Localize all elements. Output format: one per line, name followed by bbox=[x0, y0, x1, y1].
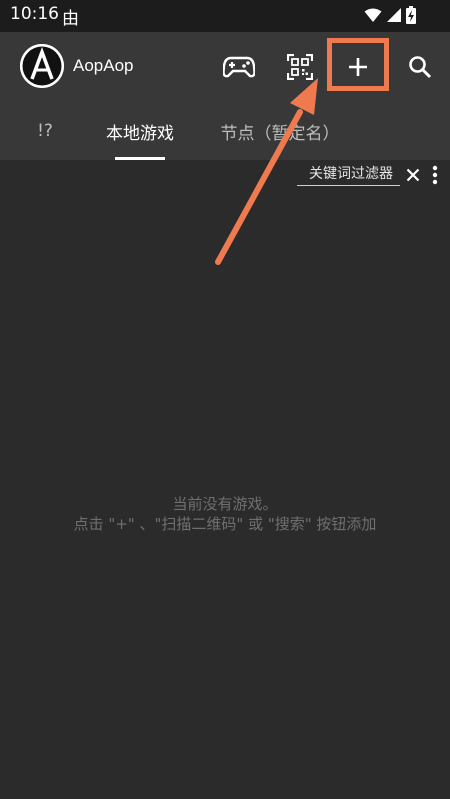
close-icon bbox=[406, 168, 420, 182]
tab-local-games[interactable]: 本地游戏 bbox=[96, 102, 184, 160]
scan-qr-button[interactable] bbox=[280, 47, 320, 87]
search-button[interactable] bbox=[400, 47, 440, 87]
battery-charging-icon bbox=[406, 6, 416, 24]
clear-filter-button[interactable] bbox=[403, 164, 423, 186]
app-title: AopAop bbox=[73, 56, 134, 75]
signal-icon bbox=[387, 8, 401, 22]
tab-nodes[interactable]: 节点（暂定名） bbox=[215, 102, 345, 160]
empty-state-title: 当前没有游戏。 bbox=[172, 495, 278, 513]
gamepad-button[interactable] bbox=[219, 47, 259, 87]
avatar[interactable] bbox=[20, 44, 64, 88]
empty-state: 当前没有游戏。 点击 "+" 、"扫描二维码" 或 "搜索" 按钮添加 bbox=[0, 494, 450, 534]
tab-bar: !? 本地游戏 节点（暂定名） bbox=[0, 102, 450, 160]
filter-row bbox=[0, 160, 450, 190]
tab-misc[interactable]: !? bbox=[22, 102, 68, 160]
status-bar: 10:16 由 bbox=[0, 0, 450, 32]
status-icons bbox=[364, 6, 416, 24]
qr-scan-icon bbox=[287, 54, 313, 80]
empty-state-hint: 点击 "+" 、"扫描二维码" 或 "搜索" 按钮添加 bbox=[73, 515, 377, 533]
notification-icon: 由 bbox=[62, 9, 79, 29]
search-icon bbox=[409, 56, 432, 79]
app-logo-icon bbox=[20, 44, 64, 88]
status-time: 10:16 bbox=[10, 4, 59, 24]
annotation-highlight-box bbox=[327, 38, 389, 91]
more-options-button[interactable] bbox=[428, 164, 442, 186]
gamepad-icon bbox=[223, 56, 255, 78]
more-vertical-icon bbox=[432, 165, 438, 185]
wifi-icon bbox=[364, 8, 382, 22]
keyword-filter-input[interactable] bbox=[297, 164, 400, 186]
